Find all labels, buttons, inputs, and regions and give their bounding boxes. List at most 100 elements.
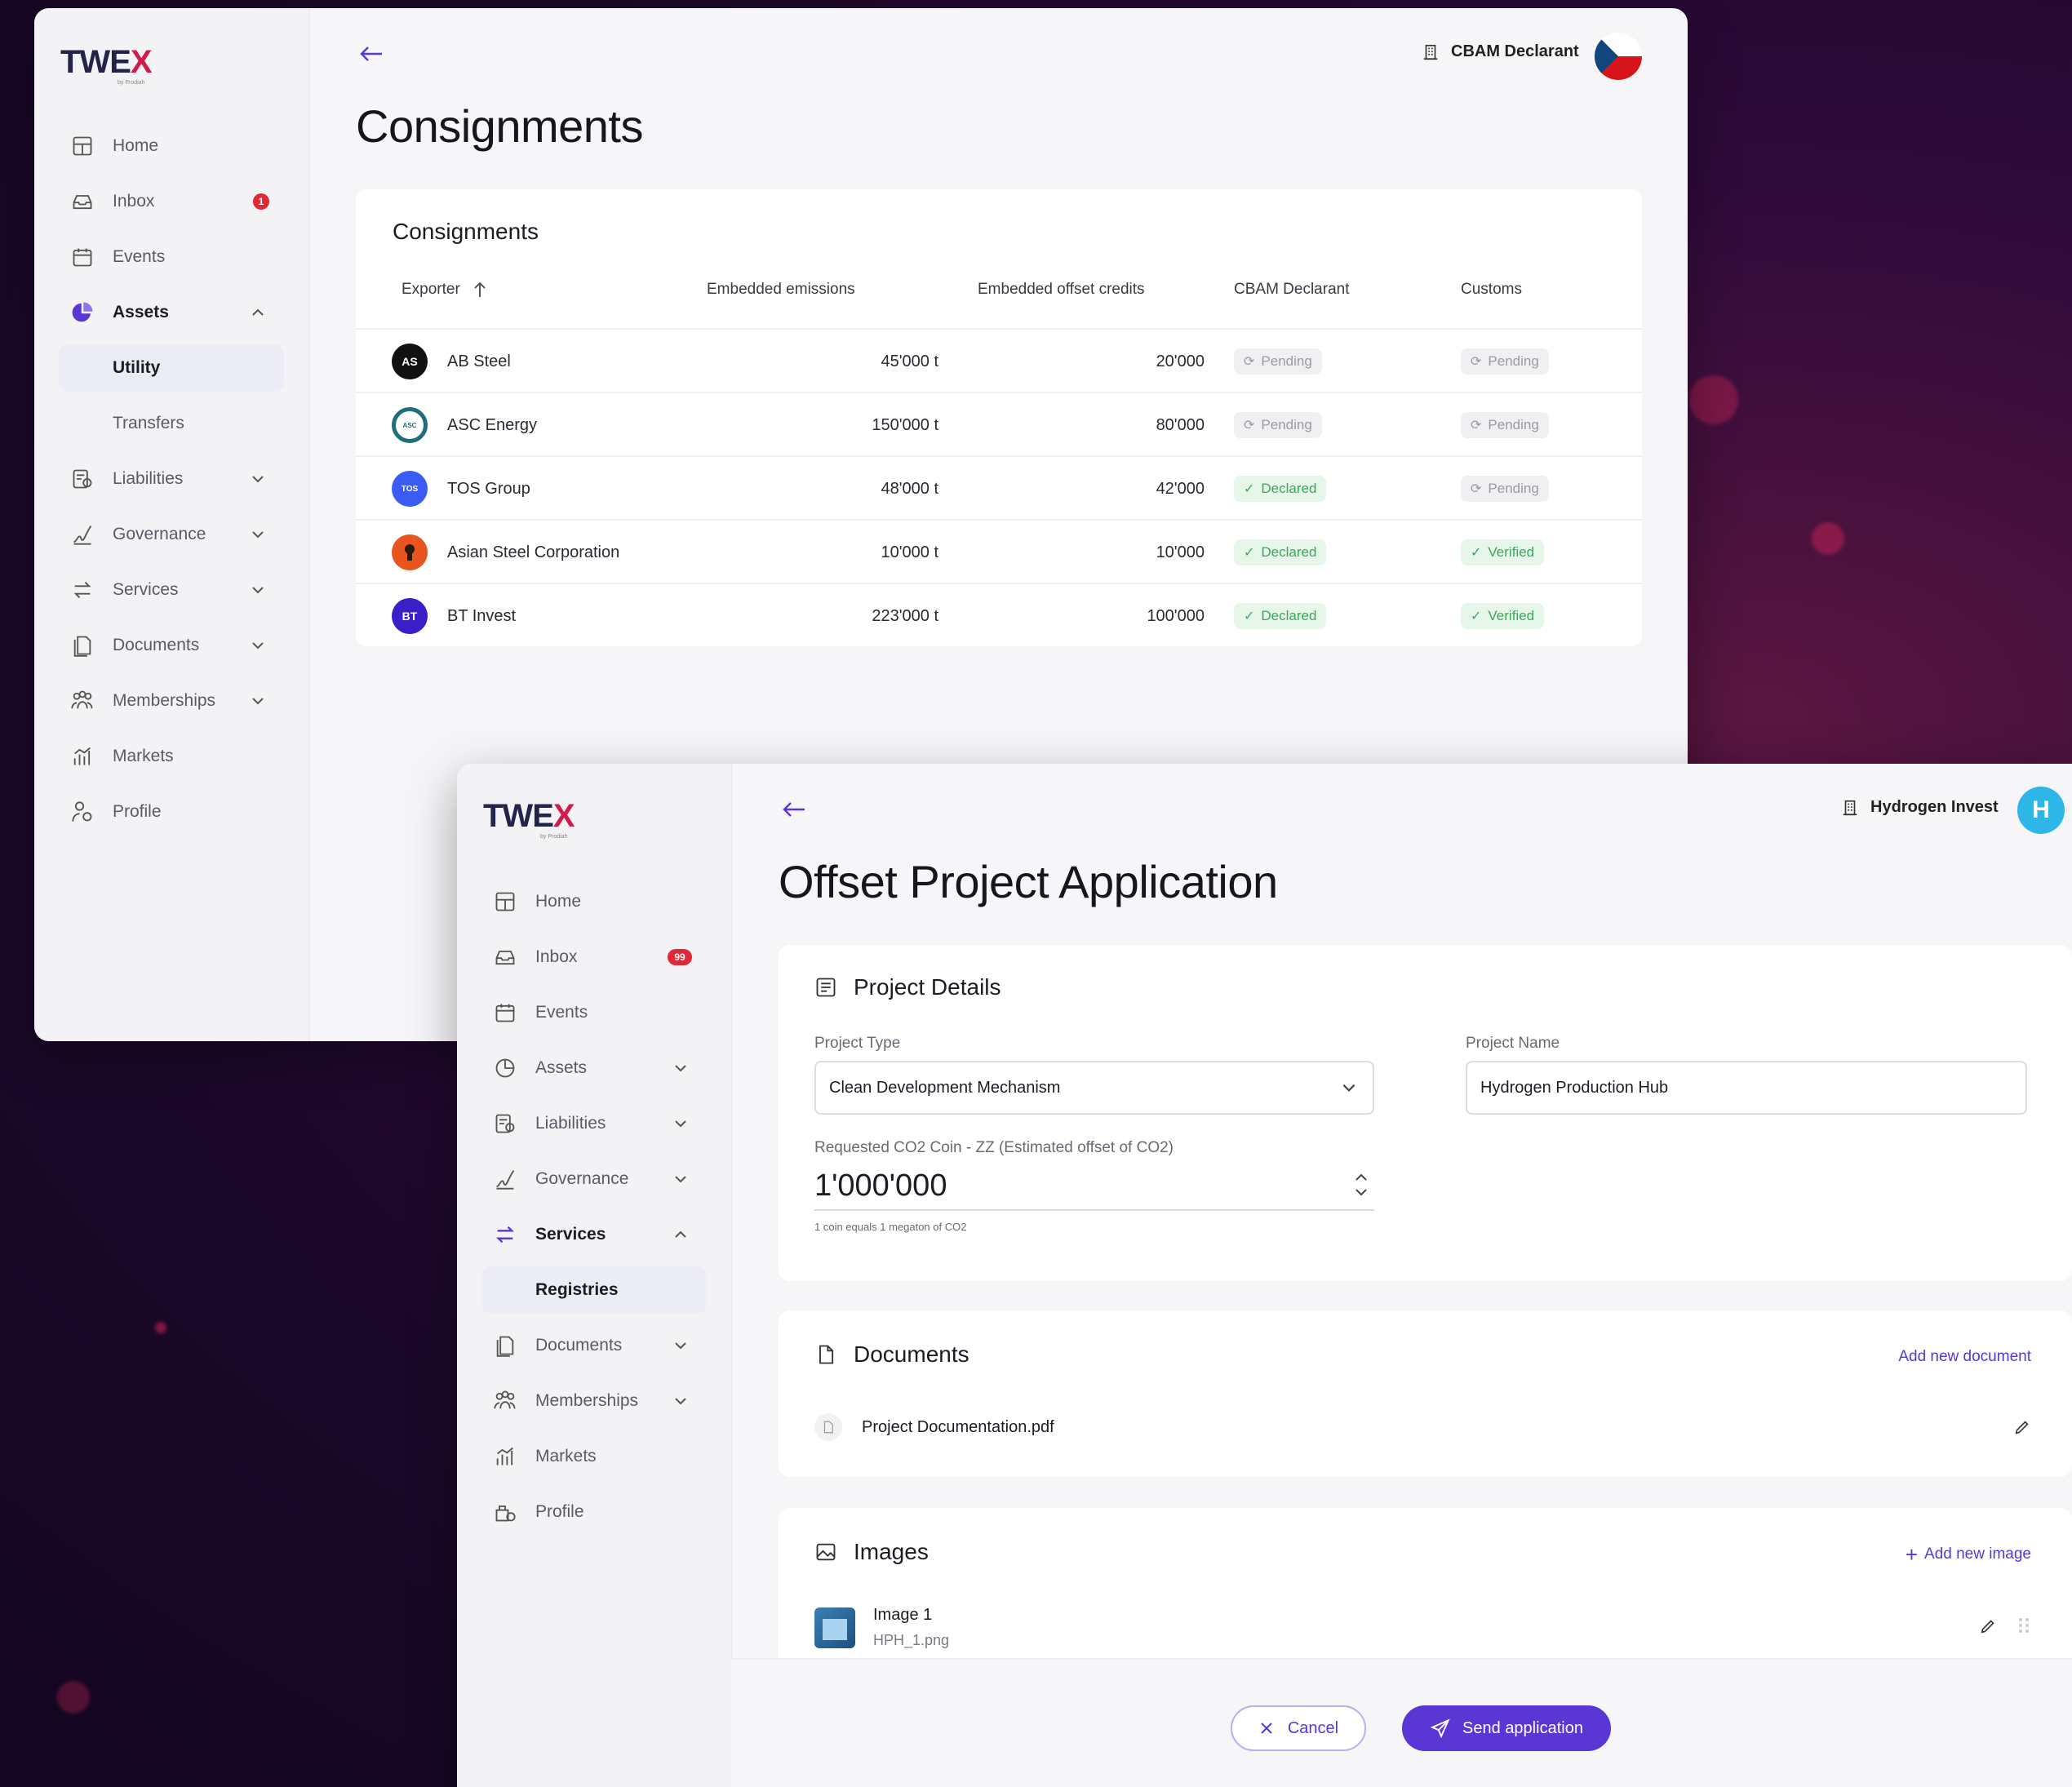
sidebar-item-events[interactable]: Events — [59, 233, 284, 281]
section-heading: Images — [814, 1539, 929, 1565]
credits-cell: 100'000 — [1147, 606, 1205, 625]
sidebar-item-transfers[interactable]: Transfers — [59, 400, 284, 447]
table-row[interactable]: ASC ASC Energy 150'000 t 80'000 ⟳ Pending… — [356, 392, 1642, 457]
status-badge: ⟳ Pending — [1234, 348, 1322, 375]
sidebar-item-home[interactable]: Home — [59, 122, 284, 170]
liabilities-icon — [69, 465, 96, 493]
status-badge: ⟳ Pending — [1461, 348, 1549, 375]
column-header-credits[interactable]: Embedded offset credits — [978, 281, 1145, 299]
sidebar-item-liabilities[interactable]: Liabilities — [59, 455, 284, 503]
sidebar-item-markets[interactable]: Markets — [481, 1433, 707, 1480]
czech-flag-avatar[interactable] — [1595, 33, 1642, 80]
sidebar-item-profile[interactable]: Profile — [481, 1488, 707, 1536]
chevron-down-icon — [675, 1065, 686, 1072]
sidebar-item-assets[interactable]: Assets — [59, 289, 284, 336]
column-header-label: Exporter — [402, 281, 460, 298]
sidebar-item-label: Markets — [535, 1447, 597, 1466]
customs-status: ⟳ Pending — [1461, 393, 1549, 457]
add-document-link[interactable]: Add new document — [1898, 1348, 2031, 1366]
status-label: Pending — [1488, 417, 1539, 432]
company-avatar[interactable]: H — [2017, 787, 2065, 834]
column-header-declarant[interactable]: CBAM Declarant — [1234, 281, 1350, 299]
sidebar-item-registries[interactable]: Registries — [481, 1266, 707, 1314]
emissions-cell: 10'000 t — [881, 543, 938, 561]
table-row[interactable]: BT BT Invest 223'000 t 100'000 ✓ Declared… — [356, 583, 1642, 648]
sidebar-item-label: Governance — [535, 1169, 629, 1188]
sidebar-item-label: Profile — [535, 1502, 584, 1521]
image-filename: HPH_1.png — [873, 1632, 950, 1648]
column-header-exporter[interactable]: Exporter — [402, 281, 488, 299]
application-window: TWEX by Prodiah Home Inbox 99 Events Ass… — [457, 764, 2072, 1787]
sidebar-item-services[interactable]: Services — [481, 1211, 707, 1258]
profile-icon — [69, 798, 96, 826]
images-card: Images + Add new image Image 1 HPH_1.png — [779, 1508, 2072, 1671]
table-row[interactable]: TOS TOS Group 48'000 t 42'000 ✓ Declared … — [356, 455, 1642, 521]
chevron-down-icon — [252, 476, 264, 483]
role-indicator[interactable]: Hydrogen Invest — [1841, 798, 1999, 817]
sidebar-item-inbox[interactable]: Inbox 1 — [59, 178, 284, 225]
sidebar-item-events[interactable]: Events — [481, 989, 707, 1036]
chevron-down-icon — [252, 642, 264, 650]
sidebar-item-memberships[interactable]: Memberships — [59, 677, 284, 725]
column-header-customs[interactable]: Customs — [1461, 281, 1522, 299]
sidebar-item-utility[interactable]: Utility — [59, 344, 284, 392]
column-header-emissions[interactable]: Embedded emissions — [707, 281, 855, 299]
add-image-link[interactable]: + Add new image — [1906, 1544, 2031, 1565]
image-thumbnail — [814, 1607, 855, 1648]
refresh-icon: ⟳ — [1244, 355, 1255, 369]
table-row[interactable]: Asian Steel Corporation 10'000 t 10'000 … — [356, 519, 1642, 584]
add-image-label: Add new image — [1924, 1545, 2031, 1563]
cancel-label: Cancel — [1287, 1718, 1339, 1737]
sidebar-item-assets[interactable]: Assets — [481, 1044, 707, 1092]
inbox-icon — [491, 943, 519, 971]
edit-pencil-icon[interactable] — [1979, 1617, 1997, 1635]
documents-card: Documents Add new document Project Docum… — [779, 1310, 2072, 1477]
sidebar-item-home[interactable]: Home — [481, 878, 707, 925]
project-name-input[interactable]: Hydrogen Production Hub — [1466, 1061, 2027, 1115]
documents-icon — [491, 1332, 519, 1359]
sidebar-item-services[interactable]: Services — [59, 566, 284, 614]
table-row[interactable]: AS AB Steel 45'000 t 20'000 ⟳ Pending ⟳ Pe… — [356, 328, 1642, 393]
status-badge: ⟳ Pending — [1461, 476, 1549, 502]
sidebar-item-label: Home — [535, 892, 582, 911]
back-arrow-icon[interactable] — [357, 44, 385, 64]
back-arrow-icon[interactable] — [780, 800, 808, 819]
sidebar-item-documents[interactable]: Documents — [481, 1322, 707, 1369]
exporter-cell: ASC ASC Energy — [392, 393, 537, 457]
sidebar-item-liabilities[interactable]: Liabilities — [481, 1100, 707, 1147]
sidebar-item-label: Home — [113, 136, 159, 155]
sidebar-item-profile[interactable]: Profile — [59, 788, 284, 836]
coin-label: Requested CO2 Coin - ZZ (Estimated offse… — [814, 1139, 1174, 1156]
coin-stepper[interactable]: 1'000'000 — [814, 1164, 1374, 1211]
sidebar-item-label: Liabilities — [535, 1114, 606, 1133]
coin-value: 1'000'000 — [814, 1168, 947, 1203]
sidebar-item-memberships[interactable]: Memberships — [481, 1377, 707, 1425]
drag-handle-icon[interactable] — [2017, 1616, 2031, 1635]
sidebar-item-governance[interactable]: Governance — [481, 1155, 707, 1203]
stepper-arrows-icon[interactable] — [1353, 1170, 1369, 1199]
sidebar-item-documents[interactable]: Documents — [59, 622, 284, 669]
chevron-down-icon — [252, 698, 264, 705]
status-badge: ⟳ Pending — [1461, 412, 1549, 438]
sidebar-item-inbox[interactable]: Inbox 99 — [481, 933, 707, 981]
image-item[interactable]: Image 1 HPH_1.png — [814, 1604, 2036, 1653]
edit-pencil-icon[interactable] — [2013, 1418, 2031, 1436]
chevron-down-icon — [252, 531, 264, 539]
sidebar-item-markets[interactable]: Markets — [59, 733, 284, 780]
document-icon — [819, 1345, 834, 1364]
page-title: Offset Project Application — [779, 856, 1278, 907]
cancel-button[interactable]: Cancel — [1231, 1705, 1366, 1751]
document-item[interactable]: Project Documentation.pdf — [814, 1407, 2036, 1448]
role-indicator[interactable]: CBAM Declarant — [1422, 42, 1579, 61]
sidebar-item-governance[interactable]: Governance — [59, 511, 284, 558]
assets-icon — [491, 1054, 519, 1082]
chevron-down-icon — [675, 1176, 686, 1183]
sidebar-item-label: Memberships — [535, 1391, 639, 1410]
check-icon: ✓ — [1471, 610, 1482, 623]
project-type-select[interactable]: Clean Development Mechanism — [814, 1061, 1374, 1115]
declarant-status: ✓ Declared — [1234, 584, 1327, 648]
action-footer: Cancel Send application — [731, 1658, 2072, 1787]
role-label: Hydrogen Invest — [1870, 798, 1999, 816]
send-application-button[interactable]: Send application — [1402, 1705, 1611, 1751]
project-type-value: Clean Development Mechanism — [829, 1078, 1061, 1097]
